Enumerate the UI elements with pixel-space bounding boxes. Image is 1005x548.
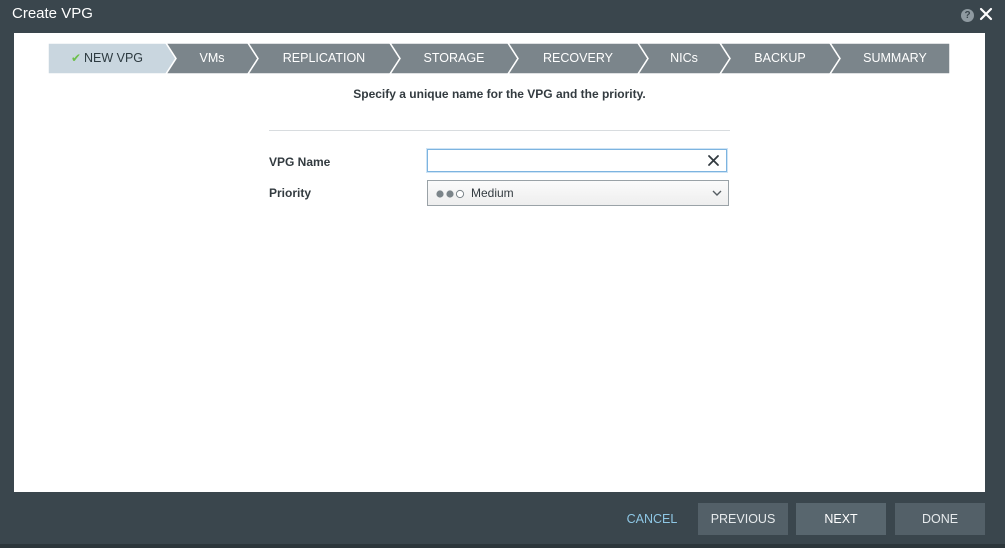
wizard-step-7[interactable]: SUMMARY bbox=[840, 43, 950, 74]
wizard-step-label: NEW VPG bbox=[84, 51, 144, 65]
wizard-step-label: NICs bbox=[670, 51, 698, 65]
close-icon[interactable] bbox=[978, 6, 994, 22]
wizard-panel: ✔ NEW VPG VMs REPLICATION STORAGE RECOVERY NIC… bbox=[14, 33, 985, 492]
vpg-name-label: VPG Name bbox=[269, 155, 331, 169]
footer-bar: CANCEL PREVIOUS NEXT DONE bbox=[0, 492, 1005, 548]
wizard-step-0[interactable]: ✔ NEW VPG bbox=[48, 43, 166, 74]
page-subtitle: Specify a unique name for the VPG and th… bbox=[353, 87, 646, 101]
cancel-button[interactable]: CANCEL bbox=[620, 503, 684, 535]
vpg-name-input[interactable] bbox=[427, 149, 727, 172]
wizard-step-label: STORAGE bbox=[423, 51, 485, 65]
done-button[interactable]: DONE bbox=[895, 503, 985, 535]
window-title: Create VPG bbox=[12, 5, 93, 22]
check-icon: ✔ bbox=[70, 51, 81, 65]
wizard-step-1[interactable]: VMs bbox=[176, 43, 248, 74]
wizard-steps: ✔ NEW VPG VMs REPLICATION STORAGE RECOVERY NIC… bbox=[48, 43, 950, 74]
priority-dot bbox=[436, 190, 444, 198]
wizard-step-label: REPLICATION bbox=[282, 51, 366, 65]
clear-input-icon[interactable] bbox=[705, 152, 722, 169]
divider bbox=[269, 130, 730, 131]
previous-button[interactable]: PREVIOUS bbox=[698, 503, 788, 535]
priority-select[interactable]: Medium bbox=[427, 180, 729, 206]
priority-dot bbox=[446, 190, 454, 198]
wizard-step-label: SUMMARY bbox=[863, 51, 927, 65]
chevron-down-icon bbox=[712, 190, 722, 196]
window-edge bbox=[985, 33, 1005, 492]
wizard-step-label: VMs bbox=[199, 51, 225, 65]
wizard-step-4[interactable]: RECOVERY bbox=[518, 43, 638, 74]
wizard-step-5[interactable]: NICs bbox=[648, 43, 720, 74]
title-bar: Create VPG ? bbox=[0, 0, 1005, 33]
priority-label: Priority bbox=[269, 186, 312, 200]
priority-level-icon bbox=[436, 189, 465, 199]
wizard-step-2[interactable]: REPLICATION bbox=[258, 43, 390, 74]
wizard-step-label: RECOVERY bbox=[543, 51, 613, 65]
bottom-border bbox=[0, 544, 1005, 548]
next-button[interactable]: NEXT bbox=[796, 503, 886, 535]
help-icon[interactable]: ? bbox=[961, 9, 974, 22]
wizard-step-label: BACKUP bbox=[754, 51, 806, 65]
priority-selected-value: Medium bbox=[471, 186, 514, 200]
priority-dot bbox=[455, 189, 465, 199]
wizard-step-6[interactable]: BACKUP bbox=[730, 43, 830, 74]
wizard-step-3[interactable]: STORAGE bbox=[400, 43, 508, 74]
